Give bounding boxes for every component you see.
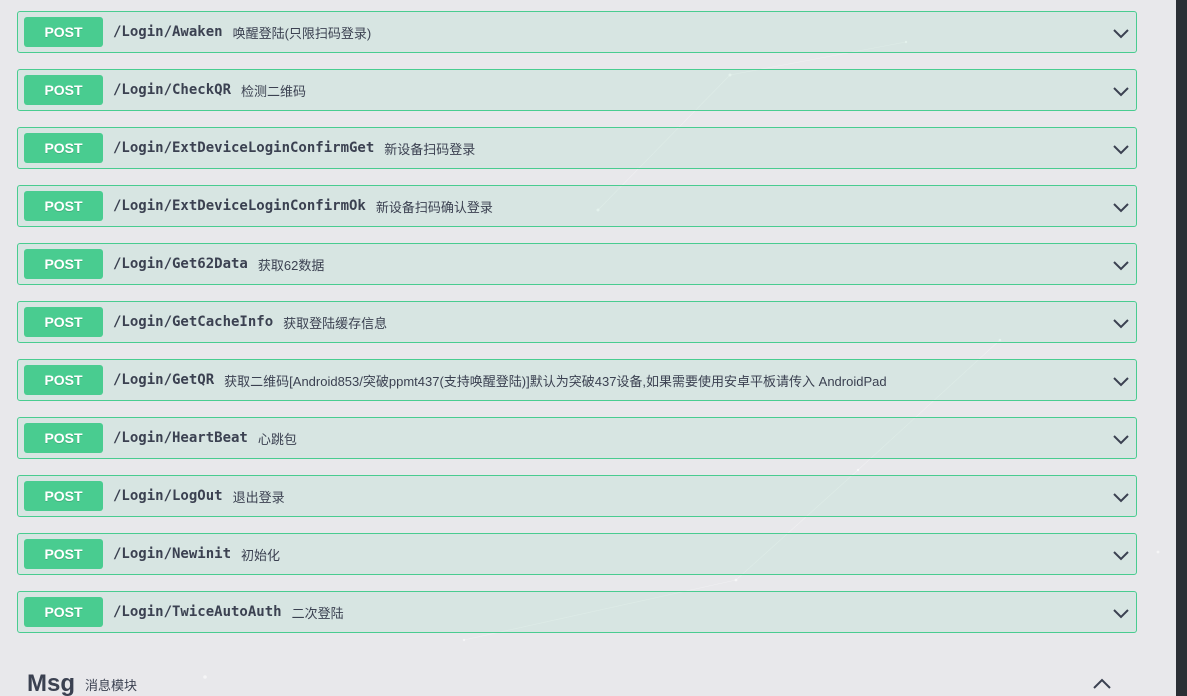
method-badge: POST <box>24 423 103 453</box>
operation-row[interactable]: POST/Login/ExtDeviceLoginConfirmOk 新设备扫码确… <box>17 185 1137 227</box>
operation-row[interactable]: POST/Login/HeartBeat 心跳包 <box>17 417 1137 459</box>
api-docs-content: POST/Login/Awaken 唤醒登陆(只限扫码登录) POST/Login/… <box>0 0 1176 696</box>
operation-summary: 唤醒登陆(只限扫码登录) <box>232 25 372 41</box>
chevron-down-icon[interactable] <box>1112 24 1130 42</box>
operation-summary: 新设备扫码确认登录 <box>375 199 493 215</box>
chevron-down-icon[interactable] <box>1112 372 1130 390</box>
operation-summary: 二次登陆 <box>291 605 344 621</box>
method-badge: POST <box>24 191 103 221</box>
chevron-down-icon[interactable] <box>1112 546 1130 564</box>
operation-path: /Login/Newinit <box>113 546 232 562</box>
operation-row[interactable]: POST/Login/Newinit 初始化 <box>17 533 1137 575</box>
operation-row[interactable]: POST/Login/Get62Data 获取62数据 <box>17 243 1137 285</box>
operation-summary: 新设备扫码登录 <box>384 141 476 157</box>
operation-summary: 退出登录 <box>232 489 285 505</box>
method-badge: POST <box>24 365 103 395</box>
operation-summary: 心跳包 <box>257 431 297 447</box>
page-side-border <box>1176 0 1187 696</box>
operation-path: /Login/TwiceAutoAuth <box>113 604 282 620</box>
operation-path: /Login/Awaken <box>113 24 223 40</box>
chevron-down-icon[interactable] <box>1112 488 1130 506</box>
chevron-down-icon[interactable] <box>1112 82 1130 100</box>
method-badge: POST <box>24 597 103 627</box>
operation-path: /Login/Get62Data <box>113 256 248 272</box>
chevron-up-icon[interactable] <box>1092 674 1112 694</box>
operation-row[interactable]: POST/Login/GetQR 获取二维码[Android853/突破ppmt4… <box>17 359 1137 401</box>
operation-path: /Login/GetQR <box>113 372 215 388</box>
method-badge: POST <box>24 133 103 163</box>
operation-row[interactable]: POST/Login/GetCacheInfo 获取登陆缓存信息 <box>17 301 1137 343</box>
operation-path: /Login/ExtDeviceLoginConfirmGet <box>113 140 375 156</box>
operation-row[interactable]: POST/Login/TwiceAutoAuth 二次登陆 <box>17 591 1137 633</box>
method-badge: POST <box>24 249 103 279</box>
chevron-down-icon[interactable] <box>1112 604 1130 622</box>
section-header-msg[interactable]: Msg 消息模块 <box>27 664 1127 696</box>
operation-path: /Login/GetCacheInfo <box>113 314 274 330</box>
operation-summary: 获取二维码[Android853/突破ppmt437(支持唤醒登陆)]默认为突破… <box>224 373 887 389</box>
section-title: Msg <box>27 670 75 696</box>
operation-row[interactable]: POST/Login/ExtDeviceLoginConfirmGet 新设备扫码… <box>17 127 1137 169</box>
chevron-down-icon[interactable] <box>1112 430 1130 448</box>
operation-path: /Login/LogOut <box>113 488 223 504</box>
chevron-down-icon[interactable] <box>1112 314 1130 332</box>
operation-summary: 获取登陆缓存信息 <box>283 315 388 331</box>
operation-summary: 初始化 <box>241 547 281 563</box>
method-badge: POST <box>24 17 103 47</box>
operation-path: /Login/CheckQR <box>113 82 232 98</box>
operation-path: /Login/ExtDeviceLoginConfirmOk <box>113 198 366 214</box>
chevron-down-icon[interactable] <box>1112 256 1130 274</box>
method-badge: POST <box>24 75 103 105</box>
method-badge: POST <box>24 481 103 511</box>
operation-summary: 获取62数据 <box>257 257 325 273</box>
operation-path: /Login/HeartBeat <box>113 430 248 446</box>
chevron-down-icon[interactable] <box>1112 198 1130 216</box>
chevron-down-icon[interactable] <box>1112 140 1130 158</box>
operation-row[interactable]: POST/Login/LogOut 退出登录 <box>17 475 1137 517</box>
method-badge: POST <box>24 307 103 337</box>
section-description: 消息模块 <box>85 677 138 693</box>
login-operations-list: POST/Login/Awaken 唤醒登陆(只限扫码登录) POST/Login/… <box>17 11 1137 649</box>
operation-summary: 检测二维码 <box>241 83 307 99</box>
method-badge: POST <box>24 539 103 569</box>
operation-row[interactable]: POST/Login/Awaken 唤醒登陆(只限扫码登录) <box>17 11 1137 53</box>
operation-row[interactable]: POST/Login/CheckQR 检测二维码 <box>17 69 1137 111</box>
